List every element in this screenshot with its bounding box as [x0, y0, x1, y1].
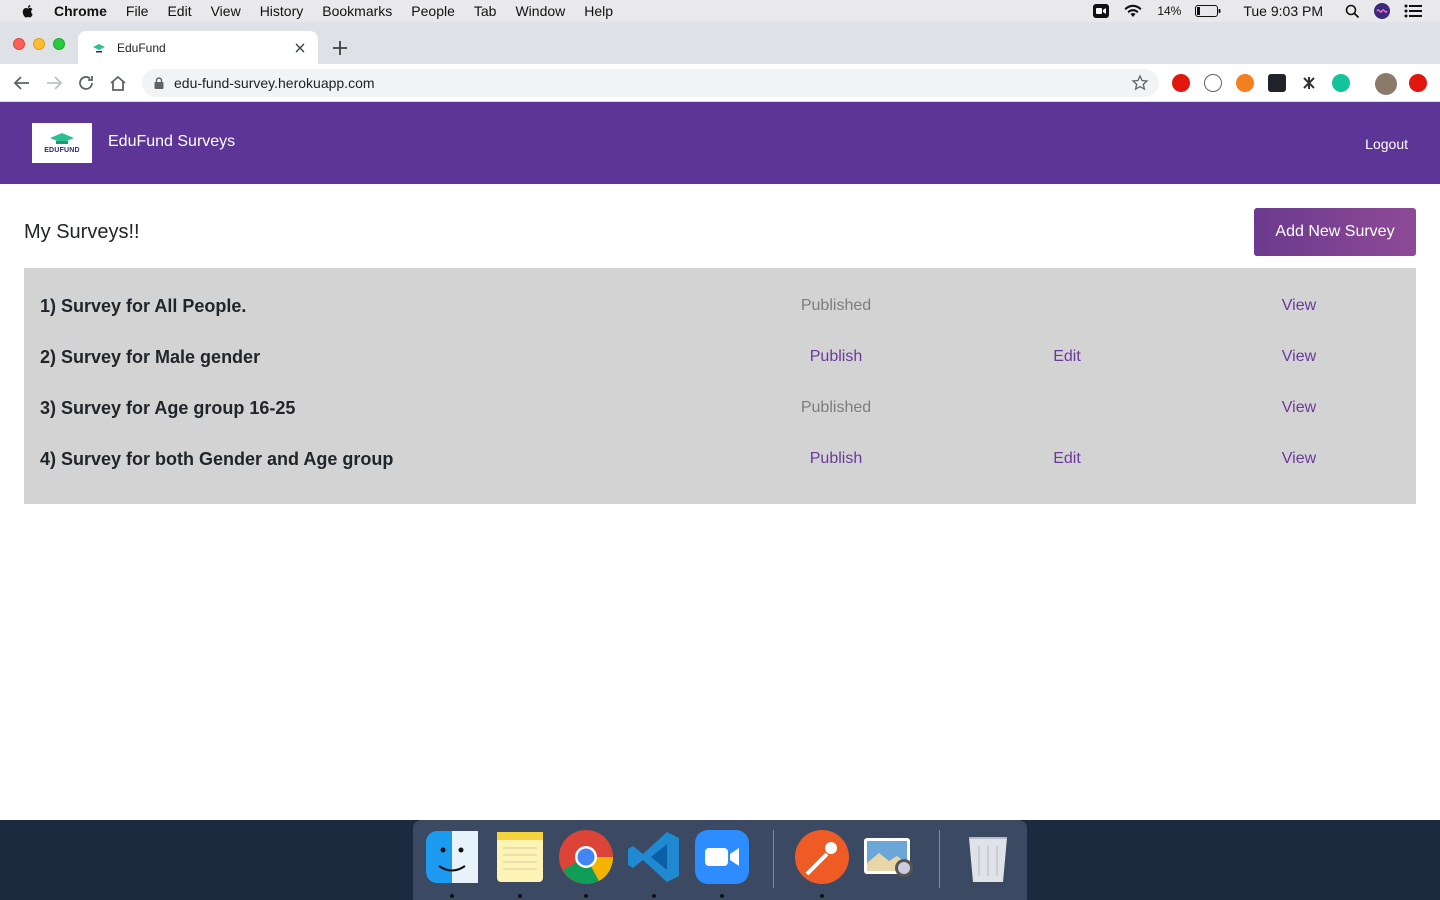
graduation-cap-icon [50, 133, 74, 144]
profile-avatar[interactable] [1375, 73, 1397, 95]
chrome-icon[interactable] [557, 828, 615, 886]
menu-app-name[interactable]: Chrome [54, 3, 107, 19]
update-indicator-icon[interactable] [1409, 74, 1427, 92]
edufund-favicon-icon [93, 43, 105, 52]
menu-help[interactable]: Help [584, 3, 613, 19]
menu-people[interactable]: People [411, 3, 455, 19]
browser-tab-edufund[interactable]: EduFund [78, 31, 318, 64]
survey-row: 1) Survey for All People. Published View [24, 284, 1416, 335]
new-tab-plus-icon[interactable] [330, 38, 350, 58]
menu-history[interactable]: History [260, 3, 304, 19]
logo-wordmark: EDUFUND [44, 147, 80, 154]
logout-link[interactable]: Logout [1365, 136, 1408, 152]
app-brand-title[interactable]: EduFund Surveys [108, 133, 235, 151]
trash-icon[interactable] [959, 828, 1017, 886]
wifi-icon[interactable] [1123, 4, 1143, 18]
window-close-button[interactable] [13, 38, 25, 50]
reload-icon[interactable] [76, 73, 96, 93]
survey-view-link[interactable]: View [1259, 297, 1339, 315]
lock-icon[interactable] [152, 76, 166, 90]
survey-edit-link[interactable]: Edit [1027, 348, 1107, 366]
battery-icon[interactable] [1195, 5, 1221, 17]
app-navbar: EDUFUND EduFund Surveys Logout [0, 102, 1440, 184]
vscode-running-dot [652, 894, 656, 898]
page-title: My Surveys!! [24, 221, 140, 243]
finder-icon[interactable] [423, 828, 481, 886]
forward-arrow-icon[interactable] [44, 73, 64, 93]
menu-view[interactable]: View [211, 3, 241, 19]
notes-running-dot [518, 894, 522, 898]
menu-file[interactable]: File [126, 3, 149, 19]
survey-name: 3) Survey for Age group 16-25 [40, 398, 296, 418]
survey-name: 4) Survey for both Gender and Age group [40, 449, 394, 469]
browser-toolbar: edu-fund-survey.herokuapp.com [0, 64, 1440, 102]
apple-icon[interactable] [20, 3, 36, 19]
survey-publish-link[interactable]: Publish [736, 348, 936, 366]
spotlight-search-icon[interactable] [1345, 4, 1360, 19]
window-zoom-button[interactable] [53, 38, 65, 50]
survey-name: 2) Survey for Male gender [40, 347, 261, 367]
survey-edit-link[interactable]: Edit [1027, 450, 1107, 468]
tab-title: EduFund [117, 40, 166, 55]
survey-publish-link[interactable]: Publish [736, 450, 936, 468]
survey-view-link[interactable]: View [1259, 450, 1339, 468]
notification-center-icon[interactable] [1404, 4, 1422, 18]
survey-status-published: Published [800, 297, 872, 314]
menu-window[interactable]: Window [515, 3, 565, 19]
url-text[interactable]: edu-fund-survey.herokuapp.com [174, 75, 1131, 91]
back-arrow-icon[interactable] [12, 73, 32, 93]
home-icon[interactable] [108, 73, 128, 93]
bookmark-star-icon[interactable] [1131, 74, 1149, 92]
postman-running-dot [820, 894, 824, 898]
dock-separator [773, 830, 774, 888]
browser-tab-strip: EduFund [0, 22, 1440, 64]
siri-icon[interactable] [1374, 3, 1390, 19]
survey-row: 3) Survey for Age group 16-25 Published … [24, 386, 1416, 437]
json-viewer-extension-icon[interactable] [1204, 74, 1222, 92]
notes-icon[interactable] [491, 828, 549, 886]
battery-percent: 14% [1157, 4, 1182, 18]
window-minimize-button[interactable] [33, 38, 45, 50]
vscode-icon[interactable] [625, 828, 683, 886]
dock-separator [939, 830, 940, 888]
survey-row: 4) Survey for both Gender and Age group … [24, 437, 1416, 488]
survey-name: 1) Survey for All People. [40, 296, 247, 316]
macos-dock [413, 820, 1027, 900]
survey-status-published: Published [800, 399, 872, 416]
add-new-survey-button[interactable]: Add New Survey [1254, 208, 1416, 256]
zoom-icon[interactable] [693, 828, 751, 886]
ext-orange-icon[interactable] [1236, 74, 1254, 92]
zoom-running-dot [720, 894, 724, 898]
postman-icon[interactable] [793, 828, 851, 886]
preview-icon[interactable] [860, 828, 918, 886]
adblock-extension-icon[interactable] [1172, 74, 1190, 92]
edufund-logo[interactable]: EDUFUND [32, 123, 92, 163]
menubar-status-area: 14% Tue 9:03 PM [1093, 0, 1422, 22]
survey-view-link[interactable]: View [1259, 399, 1339, 417]
chrome-running-dot [584, 894, 588, 898]
menu-edit[interactable]: Edit [167, 3, 191, 19]
menu-tab[interactable]: Tab [474, 3, 497, 19]
grammarly-icon[interactable] [1332, 74, 1350, 92]
tab-close-icon[interactable] [292, 40, 308, 56]
page-viewport: EDUFUND EduFund Surveys Logout My Survey… [0, 102, 1440, 820]
survey-list: 1) Survey for All People. Published View… [24, 268, 1416, 504]
survey-row: 2) Survey for Male gender Publish Edit V… [24, 335, 1416, 386]
react-devtools-icon[interactable] [1268, 74, 1286, 92]
finder-running-dot [450, 894, 454, 898]
menubar-clock[interactable]: Tue 9:03 PM [1243, 3, 1323, 19]
zoom-status-icon[interactable] [1093, 4, 1110, 18]
survey-view-link[interactable]: View [1259, 348, 1339, 366]
menu-bookmarks[interactable]: Bookmarks [322, 3, 392, 19]
address-bar[interactable]: edu-fund-survey.herokuapp.com [142, 69, 1159, 97]
macos-menubar: Chrome File Edit View History Bookmarks … [0, 0, 1440, 22]
ext-bug-icon[interactable] [1300, 74, 1318, 92]
